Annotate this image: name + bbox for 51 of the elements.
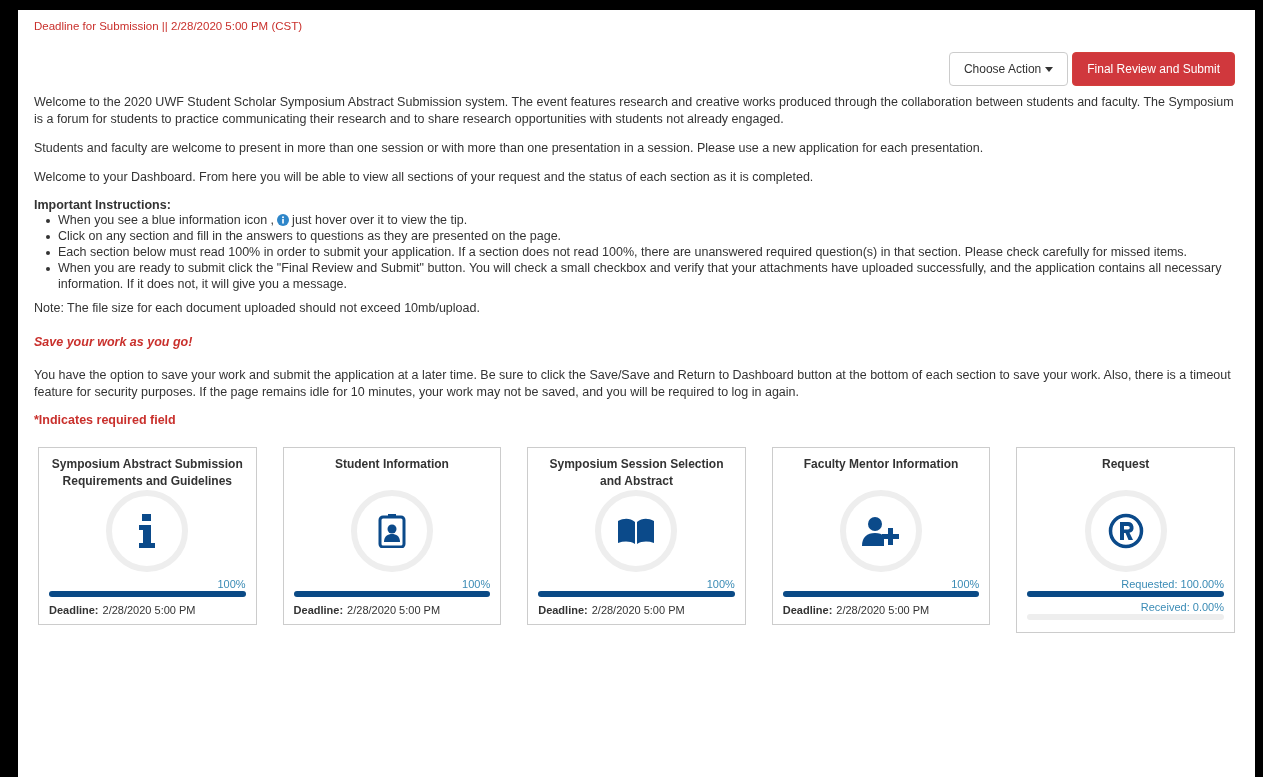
deadline-value: 2/28/2020 5:00 PM bbox=[347, 604, 441, 616]
instruction-text: Each section below must read 100% in order to submit your application. If a section does not read 100%, there are unanswered required question(s) in that section. Please check carefully for missed items. bbox=[58, 244, 1188, 260]
progress-label: 100% bbox=[951, 578, 980, 590]
section-card[interactable]: Symposium Abstract Submission Requirements and Guidelines 100% Deadline: 2/28/2020 5:00 PM bbox=[38, 447, 257, 625]
info-icon bbox=[138, 514, 157, 548]
section-title: Symposium Session Selection and Abstract bbox=[548, 456, 725, 490]
bullet-icon bbox=[46, 219, 50, 223]
instruction-text: just hover over it to view the tip. bbox=[292, 212, 468, 228]
section-title: Request bbox=[1102, 456, 1150, 473]
intro-paragraph: Welcome to the 2020 UWF Student Scholar Symposium Abstract Submission system. The event features research and creative works produced through the collaboration between students and faculty. The Symposium is a forum for students to practice communicating their research and to share research opportunities with students not already engaged. bbox=[34, 94, 1235, 128]
note-text: Note: The file size for each document uploaded should not exceed 10mb/upload. bbox=[34, 300, 481, 317]
deadline-label: Deadline: bbox=[293, 604, 344, 616]
registered-icon bbox=[1107, 513, 1144, 549]
deadline-label: Deadline: bbox=[49, 604, 99, 616]
intro-paragraph: Welcome to your Dashboard. From here you will be able to view all sections of your request and the status of each section as it is completed. bbox=[34, 169, 815, 186]
progress-label: 100% bbox=[462, 578, 491, 590]
bullet-icon bbox=[46, 267, 50, 271]
user-plus-icon bbox=[861, 516, 902, 546]
caret-icon bbox=[1045, 66, 1054, 72]
required-note: *Indicates required field bbox=[34, 413, 177, 427]
save-heading: Save your work as you go! bbox=[34, 335, 194, 349]
instructions-heading: Important Instructions: bbox=[34, 198, 172, 212]
choose-action-button[interactable]: Choose Action bbox=[948, 52, 1069, 86]
progress-label: 100% bbox=[706, 578, 735, 590]
bullet-icon bbox=[46, 235, 50, 239]
deadline-value: 2/28/2020 5:00 PM bbox=[102, 604, 196, 616]
section-title: Student Information bbox=[334, 456, 449, 473]
deadline-value: 2/28/2020 5:00 PM bbox=[836, 604, 930, 616]
intro-paragraph: Students and faculty are welcome to present in more than one session or with more than one presentation in a session. Please use a new application for each presentation. bbox=[34, 140, 985, 157]
deadline-label: Deadline: bbox=[782, 604, 833, 616]
save-paragraph: You have the option to save your work and submit the application at a later time. Be sure to click the Save/Save and Return to Dashboard button at the bottom of each section to save your work. Also, there is a timeout feature for security purposes. If the page remains idle for 10 minutes, your work may not be saved, and you will be required to log in again. bbox=[34, 367, 1232, 401]
final-review-submit-button[interactable]: Final Review and Submit bbox=[1072, 52, 1235, 86]
progress-label: Requested: 100.00% bbox=[1121, 578, 1224, 590]
deadline-value: 2/28/2020 5:00 PM bbox=[591, 604, 685, 616]
section-title: Symposium Abstract Submission Requirements and Guidelines bbox=[50, 456, 244, 490]
progress-label: 100% bbox=[217, 578, 246, 590]
id-badge-icon bbox=[377, 514, 406, 548]
info-icon bbox=[277, 214, 290, 226]
instruction-text: Click on any section and fill in the answers to questions as they are presented on the page. bbox=[58, 228, 562, 244]
book-icon bbox=[616, 517, 657, 545]
deadline-label: Deadline: bbox=[538, 604, 588, 616]
section-card[interactable]: Faculty Mentor Information 100% Deadline: 2/28/2020 5:00 PM bbox=[771, 447, 991, 625]
progress-label: Received: 0.00% bbox=[1140, 601, 1224, 613]
bullet-icon bbox=[46, 251, 50, 255]
instruction-text: When you are ready to submit click the "Final Review and Submit" button. You will check a small checkbox and verify that your attachments have uploaded successfully, and the application contains all necessary information. If it does not, it will give you a message. bbox=[58, 260, 1223, 292]
section-card[interactable]: Symposium Session Selection and Abstract 100% Deadline: 2/28/2020 5:00 PM bbox=[527, 447, 746, 625]
instruction-text: When you see a blue information icon , bbox=[58, 212, 275, 228]
section-card[interactable]: Request Requested: 100.00% Received: 0.00% bbox=[1016, 447, 1235, 633]
section-card[interactable]: Student Information 100% Deadline: 2/28/2020 5:00 PM bbox=[282, 447, 502, 625]
deadline-text: Deadline for Submission || 2/28/2020 5:00 PM (CST) bbox=[34, 20, 303, 32]
section-title: Faculty Mentor Information bbox=[803, 456, 959, 473]
